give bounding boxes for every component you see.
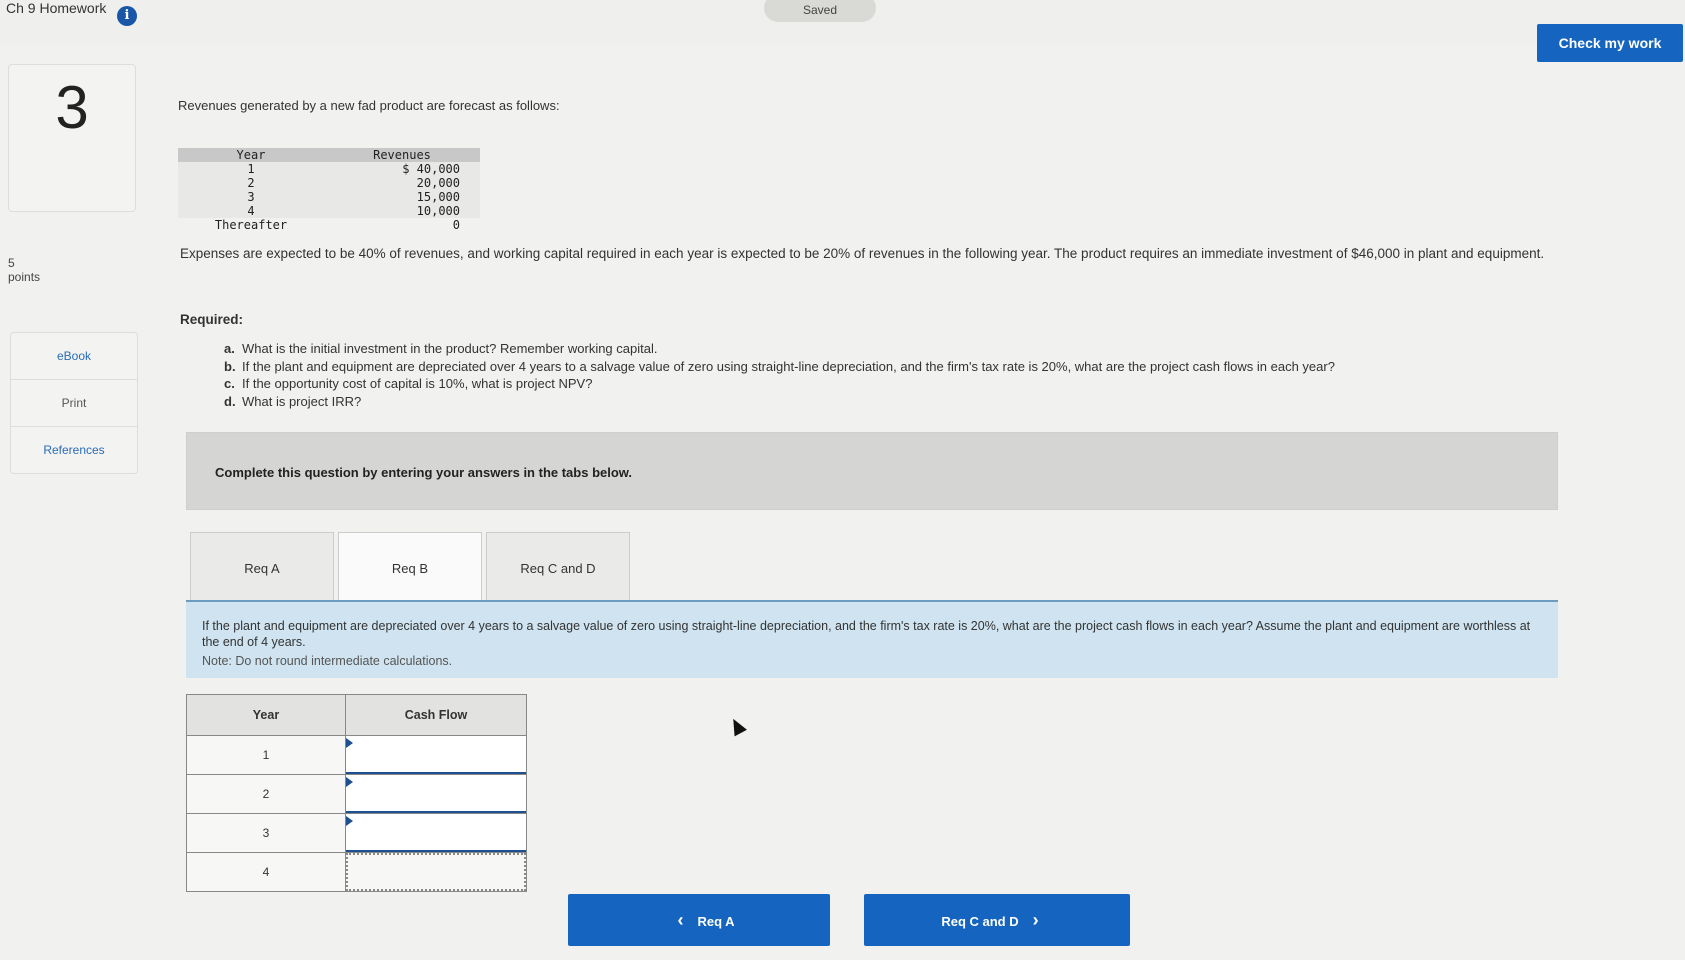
required-item-b: b. If the plant and equipment are depreci…	[224, 358, 1335, 376]
instruction-box: Complete this question by entering your …	[186, 432, 1558, 510]
question-prompt-box: If the plant and equipment are depreciat…	[186, 600, 1558, 678]
cash-flow-header-year: Year	[186, 694, 346, 736]
table-cell: 0	[452, 218, 460, 232]
input-marker-icon	[346, 816, 353, 826]
table-row: 2	[186, 774, 527, 814]
cash-flow-input-year-4[interactable]	[346, 853, 526, 891]
prev-req-a-button[interactable]: ‹ Req A	[568, 894, 830, 946]
item-text: What is the initial investment in the pr…	[242, 341, 658, 356]
save-status-badge: Saved	[764, 0, 876, 22]
chevron-left-icon: ‹	[677, 910, 684, 930]
table-row: Thereafter 0	[178, 218, 480, 232]
table-row: 3	[186, 813, 527, 853]
table-row: 4 10,000	[178, 204, 480, 218]
assignment-title: Ch 9 Homework	[6, 0, 107, 16]
table-cell: 2	[178, 176, 324, 190]
input-marker-icon	[346, 777, 353, 787]
next-req-c-and-d-button[interactable]: Req C and D ›	[864, 894, 1130, 946]
points-value: 5	[8, 256, 15, 270]
question-note: Note: Do not round intermediate calculat…	[202, 654, 453, 668]
item-letter: d.	[224, 393, 236, 409]
cash-flow-cell	[345, 774, 527, 814]
year-cell: 3	[186, 813, 346, 853]
references-link[interactable]: References	[11, 427, 137, 473]
points-indicator: 5 points	[8, 256, 40, 284]
cash-flow-table: Year Cash Flow 1 2 3 4	[186, 694, 527, 892]
expenses-text: Expenses are expected to be 40% of reven…	[180, 246, 1545, 261]
instruction-text: Complete this question by entering your …	[215, 465, 633, 480]
revenue-table-header-year: Year	[178, 148, 324, 162]
item-letter: a.	[224, 341, 235, 356]
check-my-work-button[interactable]: Check my work	[1537, 24, 1683, 62]
question-number-box: 3	[8, 64, 136, 212]
item-text: What is project IRR?	[242, 393, 362, 409]
required-item-a: a. What is the initial investment in the …	[224, 340, 1335, 358]
points-label: points	[8, 270, 41, 284]
table-row: 4	[186, 852, 527, 892]
year-cell: 2	[186, 774, 346, 814]
table-cell: 3	[178, 190, 324, 204]
ebook-link[interactable]: eBook	[11, 333, 137, 380]
item-letter: c.	[224, 376, 235, 391]
tab-req-a[interactable]: Req A	[190, 532, 334, 604]
cash-flow-header-cash-flow: Cash Flow	[345, 694, 527, 736]
table-row: 3 15,000	[178, 190, 480, 204]
table-cell: 20,000	[324, 176, 480, 190]
info-icon[interactable]: i	[117, 6, 137, 26]
required-item-d: d. What is project IRR?	[224, 393, 1335, 411]
cash-flow-input-year-3[interactable]	[346, 814, 526, 852]
table-cell: 15,000	[324, 190, 480, 204]
table-cell: 4	[178, 204, 324, 218]
chevron-right-icon: ›	[1032, 910, 1039, 930]
required-label: Required:	[180, 312, 244, 327]
year-cell: 1	[186, 735, 346, 775]
cash-flow-input-year-2[interactable]	[346, 775, 526, 813]
problem-intro: Revenues generated by a new fad product …	[178, 98, 560, 113]
next-button-label: Req C and D	[941, 914, 1019, 929]
prev-button-label: Req A	[697, 914, 735, 929]
table-cell: Thereafter	[214, 218, 288, 232]
table-cell: 1	[178, 162, 324, 176]
item-letter: b.	[224, 358, 236, 374]
revenue-forecast-table: Year Revenues 1 $ 40,000 2 20,000 3 15,0…	[178, 148, 480, 232]
revenue-table-header-revenues: Revenues	[324, 148, 480, 162]
table-row: 2 20,000	[178, 176, 480, 190]
item-text: If the plant and equipment are depreciat…	[242, 358, 1335, 374]
side-links-panel: eBook Print References	[10, 332, 138, 474]
cash-flow-cell	[345, 813, 527, 853]
required-item-c: c. If the opportunity cost of capital is …	[224, 375, 1335, 393]
table-cell: $ 40,000	[324, 162, 480, 176]
input-marker-icon	[346, 738, 353, 748]
table-row: 1	[186, 735, 527, 775]
table-cell: 10,000	[324, 204, 480, 218]
mouse-cursor-icon	[727, 715, 747, 737]
cash-flow-cell	[345, 735, 527, 775]
cash-flow-input-year-1[interactable]	[346, 736, 526, 774]
table-row: 1 $ 40,000	[178, 162, 480, 176]
tab-req-b[interactable]: Req B	[338, 532, 482, 606]
question-prompt: If the plant and equipment are depreciat…	[202, 619, 1531, 649]
print-link[interactable]: Print	[11, 380, 137, 427]
tab-req-c-and-d[interactable]: Req C and D	[486, 532, 630, 604]
question-number: 3	[55, 74, 89, 141]
required-list: a. What is the initial investment in the …	[224, 340, 1335, 410]
item-text: If the opportunity cost of capital is 10…	[242, 376, 593, 391]
year-cell: 4	[186, 852, 346, 892]
cash-flow-cell	[345, 852, 527, 892]
